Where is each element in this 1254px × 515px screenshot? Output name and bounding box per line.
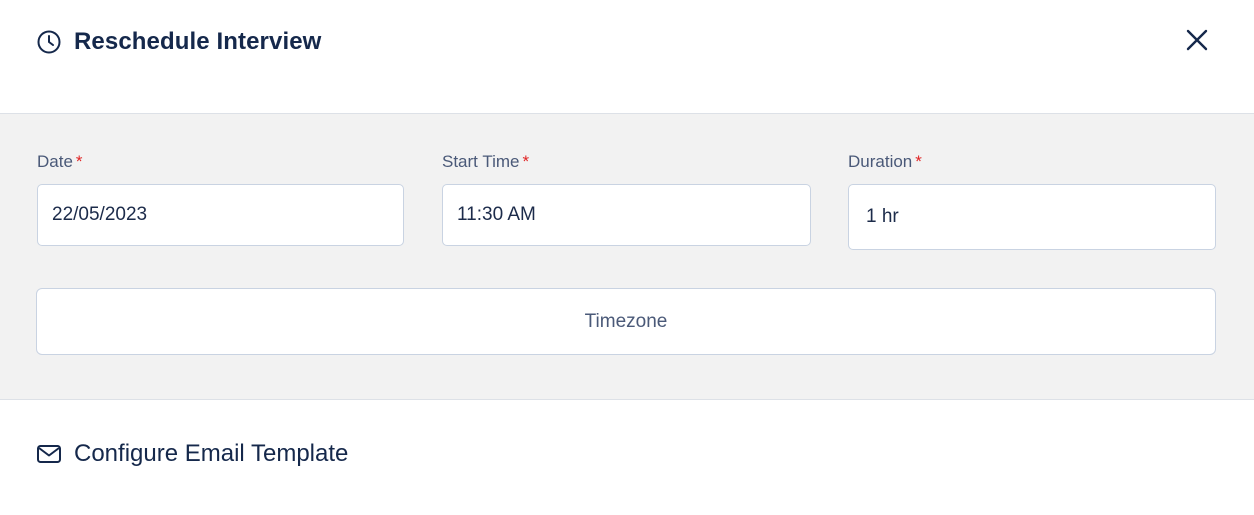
required-marker: *: [915, 152, 922, 171]
title-group: Reschedule Interview: [36, 28, 321, 56]
date-label: Date *: [37, 152, 83, 172]
close-icon[interactable]: [1185, 28, 1209, 57]
required-marker: *: [75, 152, 83, 171]
duration-input[interactable]: 1 hr: [848, 184, 1216, 250]
reschedule-interview-modal: Reschedule Interview Date * 22/05/2023 S…: [0, 0, 1254, 515]
start-time-label-text: Start Time: [442, 152, 520, 171]
duration-field-group: Duration * 1 hr: [848, 152, 1216, 250]
configure-email-template-link[interactable]: Configure Email Template: [36, 440, 348, 468]
close-button[interactable]: [1182, 27, 1212, 57]
configure-email-template-label: Configure Email Template: [74, 440, 349, 467]
required-marker: *: [522, 152, 530, 171]
duration-label: Duration *: [848, 152, 922, 172]
start-time-field-group: Start Time * 11:30 AM: [442, 152, 811, 246]
timezone-button[interactable]: Timezone: [36, 288, 1216, 355]
date-label-text: Date: [37, 152, 73, 171]
date-field-group: Date * 22/05/2023: [37, 152, 404, 246]
modal-header: Reschedule Interview: [0, 0, 1254, 114]
clock-icon: [36, 29, 62, 55]
start-time-input[interactable]: 11:30 AM: [442, 184, 811, 246]
date-value: 22/05/2023: [52, 204, 148, 225]
date-input[interactable]: 22/05/2023: [37, 184, 404, 246]
duration-label-text: Duration: [848, 152, 913, 171]
schedule-form: Date * 22/05/2023 Start Time * 11:30 AM …: [0, 114, 1254, 400]
start-time-value: 11:30 AM: [457, 204, 536, 225]
mail-icon: [36, 443, 62, 465]
modal-title: Reschedule Interview: [74, 28, 322, 55]
duration-value: 1 hr: [866, 206, 899, 227]
timezone-label: Timezone: [584, 310, 668, 332]
start-time-label: Start Time *: [442, 152, 529, 172]
